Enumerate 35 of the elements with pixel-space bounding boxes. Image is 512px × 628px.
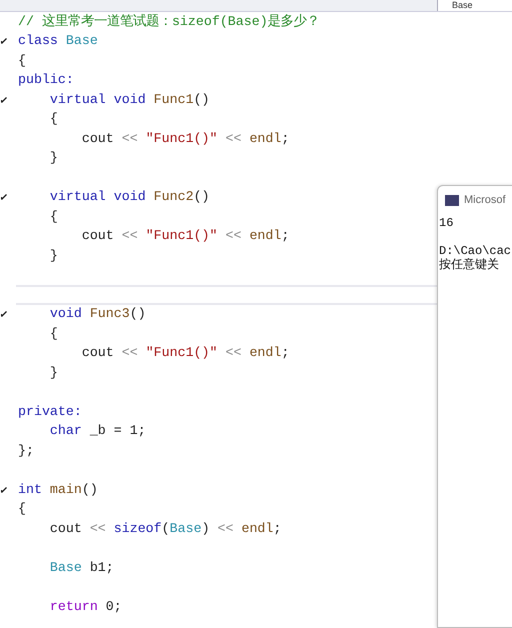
code-line: } <box>48 246 58 265</box>
code-line: } <box>48 149 58 168</box>
code-line: cout << "Func1()" << endl; <box>80 344 290 362</box>
code-line: cout << "Func1()" << endl; <box>80 227 290 246</box>
code-line: { <box>18 500 26 518</box>
code-line: { <box>48 110 58 128</box>
code-line: { <box>18 52 26 70</box>
console-output: D:\Cao\cac <box>438 244 512 258</box>
console-output: 16 <box>438 216 454 230</box>
code-line: virtual void Func2() <box>48 188 210 206</box>
code-line: virtual void Func1() <box>48 90 210 109</box>
code-line: char _b = 1; <box>48 422 146 440</box>
code-line: int main() <box>18 480 98 499</box>
code-line: return 0; <box>48 598 122 616</box>
code-line: class Base <box>18 32 98 50</box>
console-icon <box>445 194 459 206</box>
collapse-icon[interactable] <box>1 96 7 103</box>
code-line: cout << "Func1()" << endl; <box>80 130 290 148</box>
code-line: { <box>48 208 58 226</box>
console-output: 按任意键关 <box>438 258 500 272</box>
member-dropdown[interactable]: Base <box>437 0 512 11</box>
code-line: private: <box>18 402 82 421</box>
collapse-icon[interactable] <box>1 194 7 200</box>
code-line: }; <box>18 442 34 460</box>
collapse-icon[interactable] <box>1 486 7 493</box>
collapse-icon[interactable] <box>1 38 7 44</box>
code-line: { <box>48 324 58 343</box>
code-line: cout << sizeof(Base) << endl; <box>48 520 282 538</box>
code-line: } <box>48 364 58 382</box>
window-title: Microsof <box>464 194 506 206</box>
code-line: void Func3() <box>48 305 146 324</box>
code-line: public: <box>18 71 74 90</box>
code-line: Base b1; <box>48 558 114 577</box>
code-line: // 这里常考一道笔试题：sizeof(Base)是多少？ <box>18 12 320 31</box>
collapse-icon[interactable] <box>1 311 7 318</box>
